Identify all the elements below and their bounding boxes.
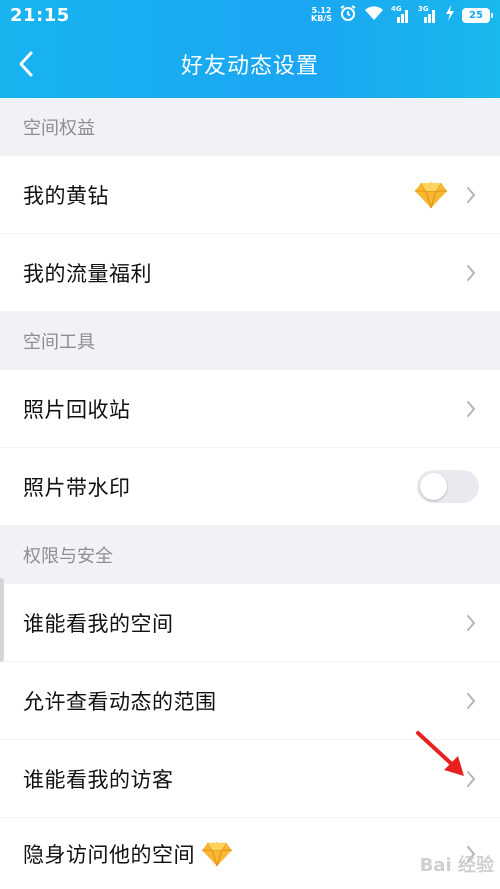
row-label: 照片带水印 bbox=[23, 475, 131, 500]
section-header-privacy-security: 权限与安全 bbox=[23, 546, 113, 567]
page-title: 好友动态设置 bbox=[180, 54, 319, 79]
status-bar: 21:15 5.12 KB/S 4G 3G 25 bbox=[0, 0, 500, 30]
toggle-knob bbox=[420, 473, 447, 500]
net-speed: 5.12 KB/S bbox=[311, 7, 332, 23]
chevron-right-icon bbox=[464, 398, 478, 420]
watermark-logo: Bai 经验 bbox=[419, 855, 494, 876]
row-label: 我的黄钻 bbox=[23, 183, 109, 208]
row-photo-watermark: 照片带水印 bbox=[0, 448, 500, 525]
row-photo-recycle-bin[interactable]: 照片回收站 bbox=[0, 370, 500, 447]
row-label: 允许查看动态的范围 bbox=[23, 689, 217, 714]
chevron-right-icon bbox=[464, 184, 478, 206]
status-icons: 5.12 KB/S 4G 3G 25 bbox=[311, 4, 493, 26]
row-my-yellow-diamond[interactable]: 我的黄钻 bbox=[0, 156, 500, 233]
row-label: 谁能看我的访客 bbox=[23, 767, 174, 792]
battery-level: 25 bbox=[469, 9, 483, 21]
chevron-right-icon bbox=[464, 690, 478, 712]
diamond-icon bbox=[414, 181, 448, 209]
charging-icon bbox=[445, 5, 455, 25]
annotation-arrow-icon bbox=[416, 731, 464, 776]
chevron-left-icon bbox=[19, 51, 33, 77]
row-label: 谁能看我的空间 bbox=[23, 611, 174, 636]
watermark-toggle[interactable] bbox=[417, 470, 479, 503]
wifi-icon bbox=[364, 5, 384, 25]
row-label: 隐身访问他的空间 bbox=[23, 842, 195, 867]
edge-swipe-handle[interactable] bbox=[0, 578, 4, 662]
chevron-right-icon bbox=[464, 262, 478, 284]
row-my-data-benefits[interactable]: 我的流量福利 bbox=[0, 234, 500, 311]
diamond-icon bbox=[201, 841, 233, 867]
section-header-space-benefits: 空间权益 bbox=[23, 118, 95, 139]
row-label: 我的流量福利 bbox=[23, 261, 152, 286]
chevron-right-icon bbox=[464, 612, 478, 634]
alarm-icon bbox=[339, 4, 357, 26]
row-label: 照片回收站 bbox=[23, 397, 131, 422]
battery-icon: 25 bbox=[462, 7, 493, 23]
back-button[interactable] bbox=[8, 46, 44, 82]
signal-3g-icon: 3G bbox=[418, 5, 438, 23]
signal-4g-icon: 4G bbox=[391, 5, 411, 23]
net-speed-unit: KB/S bbox=[311, 14, 332, 23]
row-who-can-see-my-space[interactable]: 谁能看我的空间 bbox=[0, 584, 500, 661]
nav-bar: 好友动态设置 bbox=[0, 30, 500, 98]
section-header-space-tools: 空间工具 bbox=[23, 332, 95, 353]
status-time: 21:15 bbox=[10, 4, 70, 26]
